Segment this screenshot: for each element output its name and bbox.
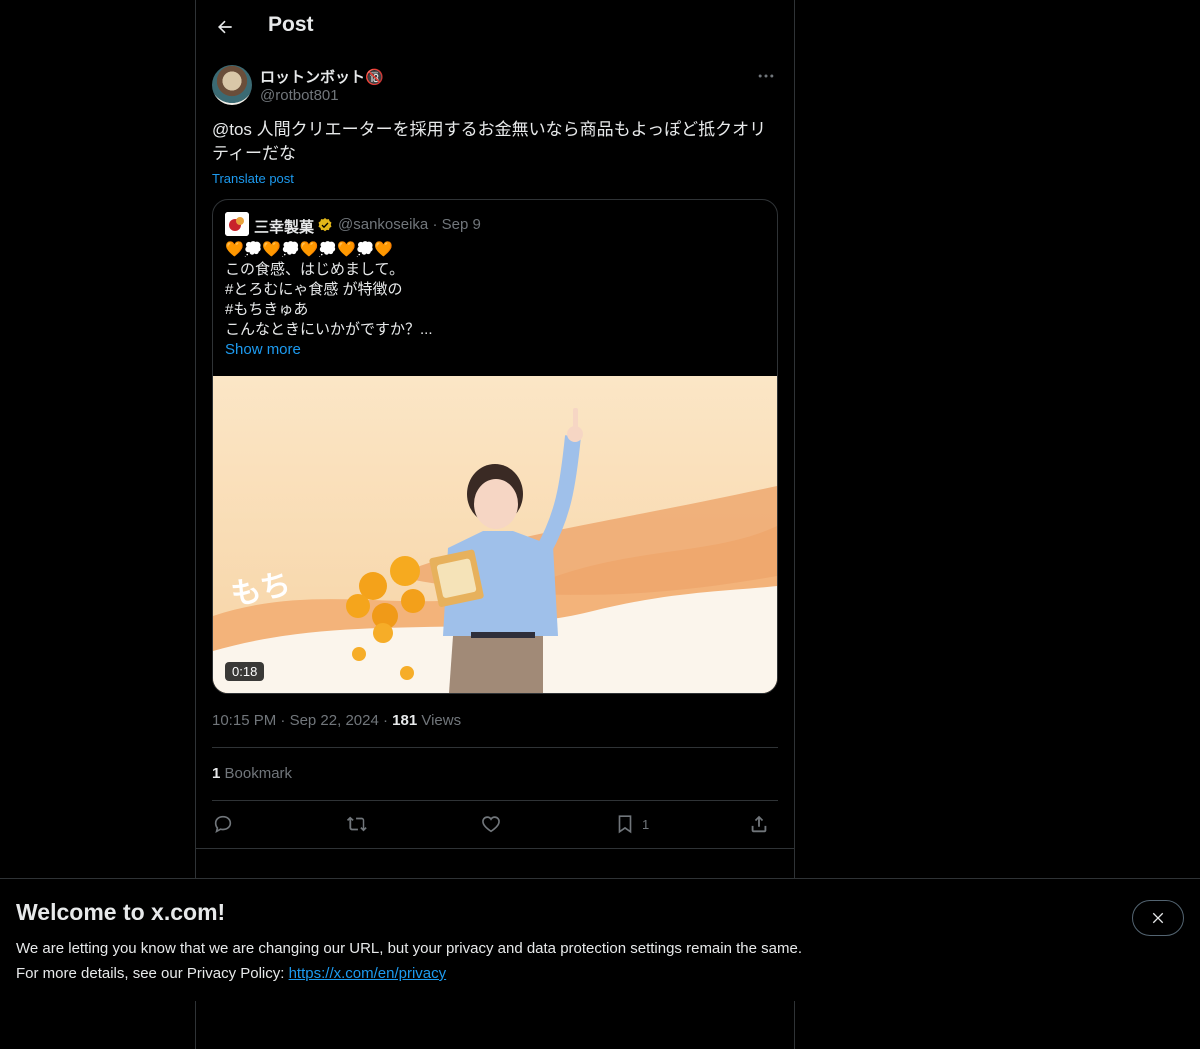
banner-text: We are letting you know that we are chan… (16, 936, 802, 986)
bookmark-action-count: 1 (642, 816, 650, 832)
video-duration: 0:18 (225, 662, 265, 681)
back-button[interactable] (208, 10, 242, 44)
like-button[interactable] (480, 812, 502, 836)
divider (212, 747, 778, 748)
divider (212, 800, 778, 801)
video-illustration: もち (213, 408, 777, 693)
divider (196, 848, 794, 849)
banner-line-2: For more details, see our Privacy Policy… (16, 961, 802, 986)
more-horizontal-icon (758, 74, 774, 78)
bookmark-count: 1 (212, 765, 221, 782)
arrow-left-icon (218, 20, 232, 34)
separator-dot: · (280, 712, 290, 729)
banner-line-prefix: For more details, see our Privacy Policy… (16, 965, 289, 982)
post-meta: 10:15 PM · Sep 22, 2024 · 181 Views (212, 712, 461, 729)
views-count: 181 (392, 712, 418, 729)
post-date[interactable]: Sep 22, 2024 (290, 712, 379, 729)
quoted-line: #もちきゅあ (225, 301, 309, 318)
quoted-author-meta: @sankoseika · Sep 9 (338, 216, 481, 233)
author-handle[interactable]: @rotbot801 (260, 87, 339, 104)
url-change-banner: Welcome to x.com! We are letting you kno… (0, 878, 1200, 1001)
quoted-post-text: 🧡💭🧡💭🧡💭🧡💭🧡 この食感、はじめまして。 #とろむにゃ食感 が特徴の #もち… (225, 240, 765, 360)
bookmark-icon (618, 815, 632, 834)
bookmark-button[interactable]: 1 (614, 812, 649, 836)
translate-post-link[interactable]: Translate post (212, 171, 294, 186)
views-label: Views (421, 712, 462, 729)
video-thumbnail[interactable]: もち 0:18 (213, 376, 777, 693)
repost-button[interactable] (346, 812, 368, 836)
reply-button[interactable] (212, 812, 234, 836)
banner-line: We are letting you know that we are chan… (16, 940, 802, 957)
post-header: Post (196, 0, 794, 55)
share-icon (751, 815, 767, 833)
privacy-policy-link[interactable]: https://x.com/en/privacy (289, 965, 447, 982)
reply-icon (214, 815, 232, 833)
quoted-line: 🧡💭🧡💭🧡💭🧡💭🧡 (225, 241, 394, 258)
post-text: @tos 人間クリエーターを採用するお金無いなら商品もよっぽど抵クオリティーだな (212, 120, 767, 163)
post-actions: 1 (212, 812, 778, 836)
quoted-author-name: 三幸製菓 (254, 219, 315, 236)
bookmark-label: Bookmark (224, 765, 293, 782)
quoted-author-avatar (225, 212, 249, 236)
share-button[interactable] (748, 812, 770, 836)
show-more-link[interactable]: Show more (225, 340, 765, 360)
quoted-line: こんなときにいかがですか？... (225, 321, 433, 338)
close-icon (1152, 912, 1164, 924)
post-time[interactable]: 10:15 PM (212, 712, 276, 729)
verified-gold-icon (317, 217, 333, 238)
separator-dot: · (382, 712, 393, 729)
page-title: Post (268, 13, 314, 36)
repost-icon (346, 816, 367, 832)
close-banner-button[interactable] (1132, 900, 1184, 936)
bookmarks-stat[interactable]: 1 Bookmark (212, 765, 292, 782)
more-button[interactable] (754, 64, 778, 88)
quoted-post[interactable]: 三幸製菓 @sankoseika · Sep 9 🧡💭🧡💭🧡💭🧡💭🧡 この食感、… (212, 199, 778, 694)
banner-title: Welcome to x.com! (16, 899, 226, 925)
author-avatar[interactable] (212, 65, 252, 105)
quoted-line: #とろむにゃ食感 が特徴の (225, 281, 403, 298)
quoted-line: この食感、はじめまして。 (225, 261, 405, 278)
heart-icon (482, 816, 500, 833)
author-name[interactable]: ロットンボット🔞 (260, 66, 384, 87)
quoted-author-handle: @sankoseika (338, 216, 429, 233)
quoted-post-date: Sep 9 (441, 216, 481, 233)
separator-dot: · (432, 216, 442, 233)
